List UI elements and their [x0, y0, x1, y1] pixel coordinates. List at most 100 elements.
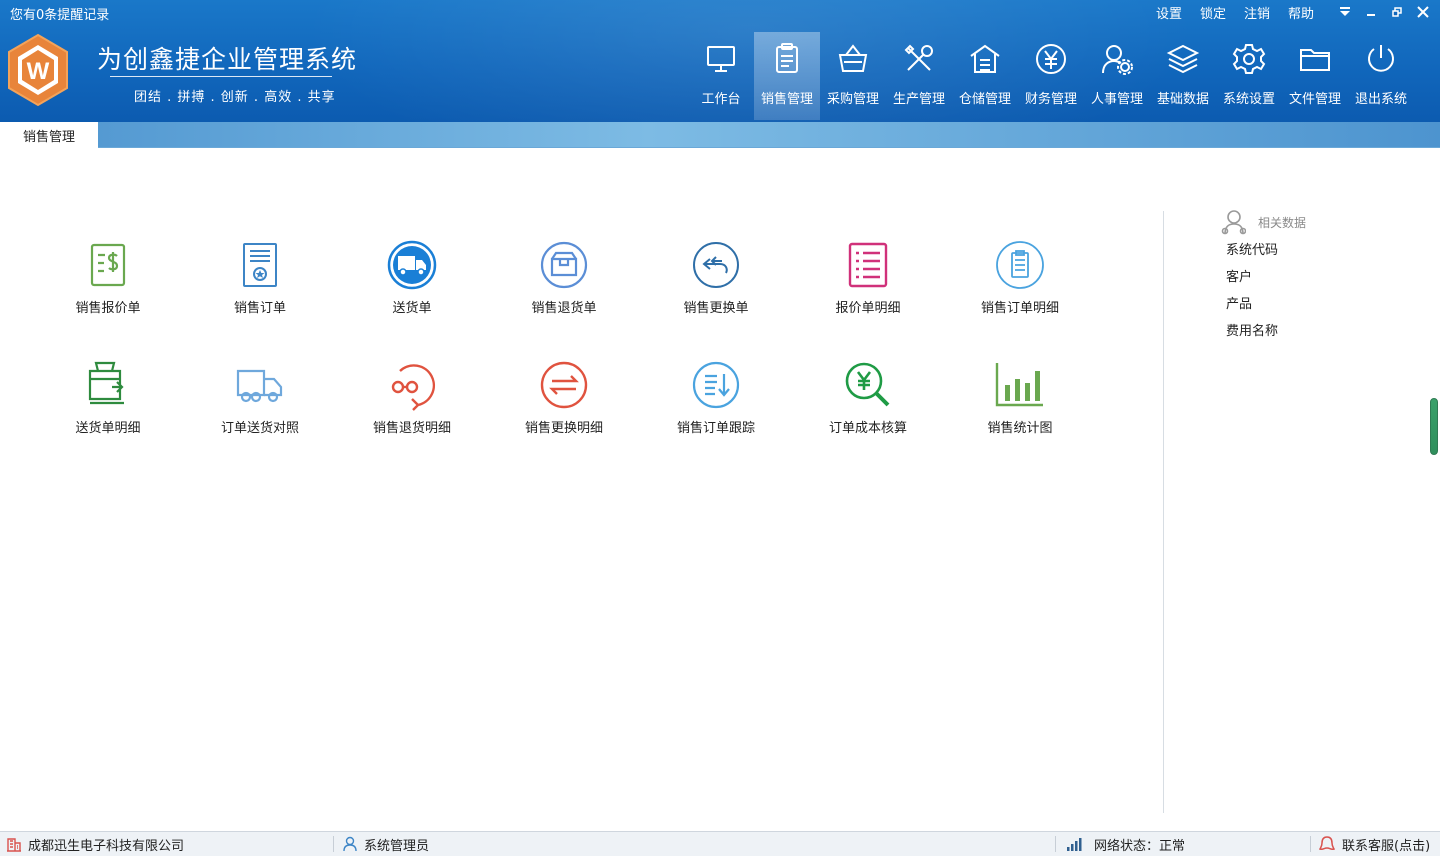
folder-icon — [1300, 49, 1330, 71]
help-link[interactable]: 帮助 — [1288, 3, 1314, 22]
nav-warehouse[interactable]: 仓储管理 — [952, 32, 1018, 120]
settings-link[interactable]: 设置 — [1156, 3, 1182, 22]
nav-files[interactable]: 文件管理 — [1282, 32, 1348, 120]
quote-dollar-icon — [90, 243, 126, 287]
nav-label: 采购管理 — [826, 92, 879, 107]
related-data-panel: 相关数据 系统代码 客户 产品 费用名称 — [1220, 207, 1306, 345]
nav-finance[interactable]: 财务管理 — [1018, 32, 1084, 120]
status-separator — [333, 836, 334, 852]
header: 您有0条提醒记录 设置 锁定 注销 帮助 W 为创鑫捷企业管理系统 团结 . 拼… — [0, 0, 1440, 122]
track-list-icon — [692, 361, 740, 409]
module-order-costing[interactable]: 订单成本核算 — [792, 359, 944, 479]
module-label: 送货单 — [392, 301, 432, 316]
nav-production[interactable]: 生产管理 — [886, 32, 952, 120]
status-company: 成都迅生电子科技有限公司 — [6, 832, 184, 856]
brand-slogan: 团结 . 拼搏 . 创新 . 高效 . 共享 — [134, 90, 336, 105]
related-data-header: 相关数据 — [1220, 207, 1306, 237]
module-label: 销售退货明细 — [372, 421, 451, 436]
truck-outline-icon — [236, 369, 283, 403]
nav-label: 文件管理 — [1288, 92, 1341, 107]
module-quote-detail[interactable]: 报价单明细 — [792, 239, 944, 359]
network-status: 网络状态：正常 — [1094, 838, 1186, 854]
nav-sales[interactable]: 销售管理 — [754, 32, 820, 120]
delivery-box-icon — [88, 361, 124, 405]
module-delivery-detail[interactable]: 送货单明细 — [32, 359, 184, 479]
module-grid: 销售报价单 销售订单 送货单 销售退货单 销售更换单 报价单明细 销售订单明细 … — [32, 239, 1096, 479]
module-label: 报价单明细 — [835, 301, 901, 316]
building-icon — [7, 838, 21, 852]
module-order-delivery-compare[interactable]: 订单送货对照 — [184, 359, 336, 479]
logout-link[interactable]: 注销 — [1244, 3, 1270, 22]
exchange-arrow-icon — [693, 242, 739, 288]
module-label: 销售更换明细 — [524, 421, 603, 436]
nav-workbench[interactable]: 工作台 — [688, 32, 754, 120]
module-exchange-detail[interactable]: 销售更换明细 — [488, 359, 640, 479]
minimize-icon[interactable] — [1358, 0, 1384, 24]
nav-label: 基础数据 — [1156, 92, 1209, 107]
user-name: 系统管理员 — [364, 838, 430, 854]
module-sales-return[interactable]: 销售退货单 — [488, 239, 640, 359]
module-label: 销售报价单 — [75, 301, 141, 316]
reminder-text[interactable]: 您有0条提醒记录 — [10, 4, 109, 23]
nav-label: 人事管理 — [1090, 92, 1143, 107]
status-separator — [1055, 836, 1056, 852]
scrollbar-thumb[interactable] — [1430, 398, 1438, 455]
panel-divider — [1163, 211, 1164, 813]
module-sales-exchange[interactable]: 销售更换单 — [640, 239, 792, 359]
related-item-expense-name[interactable]: 费用名称 — [1226, 318, 1306, 345]
module-label: 销售统计图 — [987, 421, 1053, 436]
nav-settings[interactable]: 系统设置 — [1216, 32, 1282, 120]
module-sales-quote[interactable]: 销售报价单 — [32, 239, 184, 359]
module-label: 销售订单明细 — [980, 301, 1059, 316]
user-network-icon — [1221, 210, 1246, 235]
cost-search-icon — [845, 362, 890, 407]
nav-label: 系统设置 — [1222, 92, 1275, 107]
return-glasses-icon — [391, 364, 435, 411]
brand-divider — [110, 76, 332, 77]
module-label: 订单成本核算 — [828, 421, 907, 436]
logo-icon: W — [8, 33, 68, 107]
svg-text:W: W — [27, 58, 50, 85]
swap-circle-icon — [540, 361, 588, 409]
nav-hr[interactable]: 人事管理 — [1084, 32, 1150, 120]
module-return-detail[interactable]: 销售退货明细 — [336, 359, 488, 479]
yuan-icon — [1036, 44, 1066, 74]
bar-chart-icon — [995, 363, 1043, 407]
support-link[interactable]: 联系客服(点击) — [1342, 835, 1430, 854]
company-name: 成都迅生电子科技有限公司 — [28, 838, 185, 854]
status-support[interactable]: 联系客服(点击) — [1318, 832, 1430, 856]
restore-icon[interactable] — [1384, 0, 1410, 24]
return-box-icon — [540, 241, 588, 289]
related-item-customer[interactable]: 客户 — [1226, 264, 1306, 291]
tab-sales-management[interactable]: 销售管理 — [0, 122, 98, 148]
nav-label: 销售管理 — [760, 92, 813, 107]
nav-purchase[interactable]: 采购管理 — [820, 32, 886, 120]
warehouse-icon — [970, 44, 1000, 73]
signal-icon — [1067, 838, 1082, 851]
status-separator — [1310, 836, 1311, 852]
power-icon — [1368, 45, 1394, 72]
truck-circle-icon — [387, 240, 437, 290]
dropdown-menu-icon[interactable] — [1332, 0, 1358, 24]
module-sales-chart[interactable]: 销售统计图 — [944, 359, 1096, 479]
nav-label: 财务管理 — [1024, 92, 1077, 107]
nav-basedata[interactable]: 基础数据 — [1150, 32, 1216, 120]
module-label: 销售订单 — [233, 301, 286, 316]
module-sales-order[interactable]: 销售订单 — [184, 239, 336, 359]
module-order-tracking[interactable]: 销售订单跟踪 — [640, 359, 792, 479]
nav-label: 生产管理 — [892, 92, 945, 107]
related-data-title: 相关数据 — [1258, 215, 1307, 230]
list-detail-icon — [848, 242, 888, 288]
module-label: 销售更换单 — [683, 301, 749, 316]
lock-link[interactable]: 锁定 — [1200, 3, 1226, 22]
module-order-detail[interactable]: 销售订单明细 — [944, 239, 1096, 359]
related-item-system-code[interactable]: 系统代码 — [1226, 237, 1306, 264]
layers-icon — [1166, 44, 1200, 74]
monitor-icon — [707, 46, 735, 72]
module-delivery-note[interactable]: 送货单 — [336, 239, 488, 359]
module-label: 销售订单跟踪 — [676, 421, 755, 436]
related-item-product[interactable]: 产品 — [1226, 291, 1306, 318]
support-icon — [1318, 836, 1336, 851]
nav-exit[interactable]: 退出系统 — [1348, 32, 1414, 120]
close-icon[interactable] — [1410, 0, 1436, 24]
